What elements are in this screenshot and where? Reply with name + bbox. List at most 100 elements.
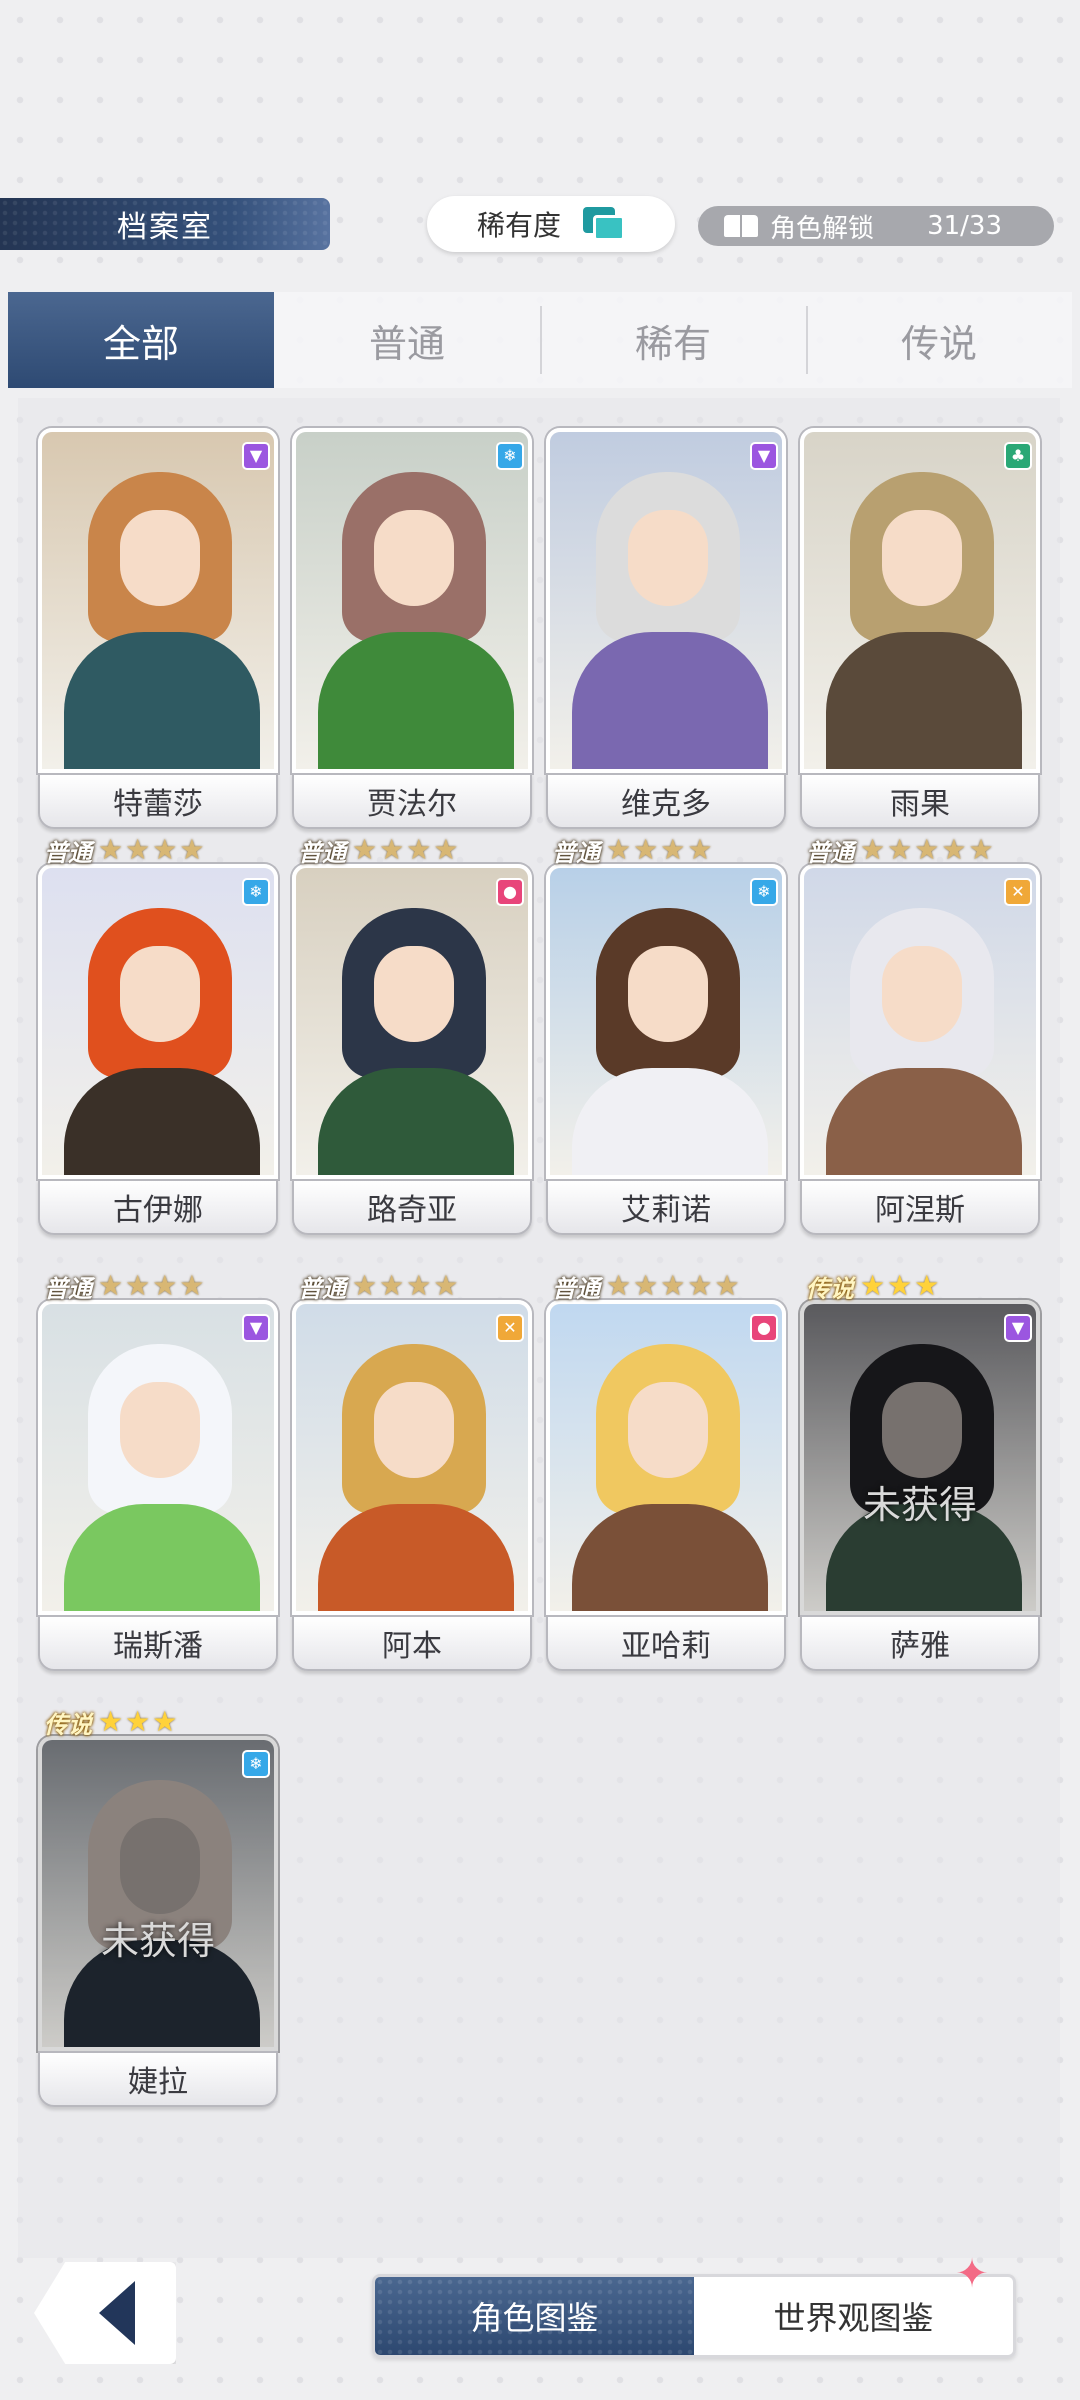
character-portrait	[546, 864, 786, 1179]
locked-label: 未获得	[100, 1919, 215, 1963]
character-name: 亚哈莉	[546, 1615, 786, 1671]
character-portrait	[800, 428, 1040, 773]
star-icon: ★	[152, 1269, 178, 1302]
character-portrait	[546, 1300, 786, 1615]
character-name: 瑞斯潘	[38, 1615, 278, 1671]
star-icon: ★	[968, 833, 994, 866]
element-green-icon: ♣	[1004, 442, 1032, 470]
character-codex-button[interactable]: 角色图鉴	[375, 2277, 694, 2355]
element-orange-icon: ✕	[496, 1314, 524, 1342]
star-icon: ★	[606, 1269, 632, 1302]
character-name: 维克多	[546, 773, 786, 829]
element-orange-icon: ✕	[1004, 878, 1032, 906]
star-icon: ★	[660, 833, 686, 866]
tab-rare[interactable]: 稀有	[540, 292, 806, 388]
unlock-count: 31/33	[927, 211, 1002, 241]
element-blue-icon: ❄	[242, 1750, 270, 1778]
star-icon: ★	[887, 1269, 913, 1302]
character-name: 艾莉诺	[546, 1179, 786, 1235]
star-icon: ★	[98, 833, 124, 866]
rarity-badge: 普通 ★ ★ ★ ★	[548, 833, 713, 867]
star-icon: ★	[406, 1269, 432, 1302]
rarity-badge: 普通 ★ ★ ★ ★ ★	[802, 833, 994, 867]
star-icon: ★	[914, 1269, 940, 1302]
back-button[interactable]	[34, 2262, 176, 2364]
character-name: 雨果	[800, 773, 1040, 829]
star-icon: ★	[887, 833, 913, 866]
character-card[interactable]: ● 普通 ★ ★ ★ ★ ★ 亚哈莉	[546, 1269, 786, 1671]
tab-all[interactable]: 全部	[8, 292, 274, 388]
character-name: 萨雅	[800, 1615, 1040, 1671]
element-blue-icon: ❄	[496, 442, 524, 470]
element-purple-icon: ▼	[242, 442, 270, 470]
character-portrait	[292, 428, 532, 773]
character-card[interactable]: ❄ 贾法尔	[292, 428, 532, 829]
tab-common[interactable]: 普通	[274, 292, 540, 388]
character-card[interactable]: ✕ 普通 ★ ★ ★ ★ 阿本	[292, 1269, 532, 1671]
star-icon: ★	[687, 1269, 713, 1302]
rarity-badge: 传说 ★ ★ ★	[40, 1705, 177, 1739]
star-icon: ★	[714, 1269, 740, 1302]
character-portrait	[38, 428, 278, 773]
rarity-filter-tabs: 全部 普通 稀有 传说	[8, 292, 1072, 388]
star-icon: ★	[687, 833, 713, 866]
rarity-label: 普通	[552, 838, 600, 867]
character-card[interactable]: ♣ 雨果	[800, 428, 1040, 829]
back-arrow-icon	[99, 2281, 135, 2345]
character-card[interactable]: 未获得 ▼ 传说 ★ ★ ★ 萨雅	[800, 1269, 1040, 1671]
character-portrait	[292, 864, 532, 1179]
rarity-badge: 传说 ★ ★ ★	[802, 1269, 940, 1303]
star-icon: ★	[125, 833, 151, 866]
unlock-label: 角色解锁	[770, 213, 875, 244]
element-blue-icon: ❄	[242, 878, 270, 906]
star-icon: ★	[941, 833, 967, 866]
star-icon: ★	[98, 1705, 124, 1738]
character-portrait	[292, 1300, 532, 1615]
character-portrait	[38, 1300, 278, 1615]
rarity-badge: 普通 ★ ★ ★ ★	[40, 833, 204, 867]
star-icon: ★	[406, 833, 432, 866]
character-portrait	[38, 864, 278, 1179]
page-title: 档案室	[0, 198, 330, 250]
star-icon: ★	[98, 1269, 124, 1302]
character-card[interactable]: ❄ 普通 ★ ★ ★ ★ 古伊娜	[38, 833, 278, 1235]
locked-label: 未获得	[862, 1483, 977, 1527]
character-card[interactable]: ▼ 普通 ★ ★ ★ ★ 瑞斯潘	[38, 1269, 278, 1671]
character-name: 古伊娜	[38, 1179, 278, 1235]
character-portrait: 未获得	[38, 1736, 278, 2051]
star-icon: ★	[860, 1269, 886, 1302]
character-card[interactable]: ✕ 普通 ★ ★ ★ ★ ★ 阿涅斯	[800, 833, 1040, 1235]
star-icon: ★	[352, 1269, 378, 1302]
star-icon: ★	[152, 833, 178, 866]
character-card[interactable]: ❄ 普通 ★ ★ ★ ★ 艾莉诺	[546, 833, 786, 1235]
rarity-badge: 普通 ★ ★ ★ ★	[40, 1269, 204, 1303]
character-card[interactable]: ● 普通 ★ ★ ★ ★ 路奇亚	[292, 833, 532, 1235]
codex-switch: 角色图鉴 世界观图鉴	[372, 2274, 1016, 2358]
star-icon: ★	[433, 833, 459, 866]
star-icon: ★	[606, 833, 632, 866]
character-portrait	[800, 864, 1040, 1179]
element-purple-icon: ▼	[1004, 1314, 1032, 1342]
rarity-label: 普通	[806, 838, 854, 867]
tab-legend[interactable]: 传说	[806, 292, 1072, 388]
rarity-label: 普通	[298, 838, 346, 867]
rarity-sort-button[interactable]: 稀有度	[427, 196, 675, 252]
rarity-sort-label: 稀有度	[476, 209, 561, 242]
star-icon: ★	[433, 1269, 459, 1302]
star-icon: ★	[633, 833, 659, 866]
element-purple-icon: ▼	[242, 1314, 270, 1342]
character-card[interactable]: ▼ 特蕾莎	[38, 428, 278, 829]
sparkle-icon: ✦	[955, 2251, 989, 2297]
character-grid: ▼ 特蕾莎 ❄ 贾法尔 ▼ 维克多 ♣ 雨果 ❄ 普通 ★ ★ ★ ★ 古伊娜 ● 普通 ★ ★ ★ ★ 路奇亚 ❄ 普通 ★ ★…	[18, 398, 1060, 2258]
character-portrait: 未获得	[800, 1300, 1040, 1615]
character-name: 贾法尔	[292, 773, 532, 829]
star-icon: ★	[125, 1269, 151, 1302]
element-pink-icon: ●	[496, 878, 524, 906]
star-icon: ★	[125, 1705, 151, 1738]
star-icon: ★	[914, 833, 940, 866]
character-card[interactable]: ▼ 维克多	[546, 428, 786, 829]
rarity-label: 普通	[44, 1274, 92, 1303]
character-card[interactable]: 未获得 ❄ 传说 ★ ★ ★ 婕拉	[38, 1705, 278, 2107]
character-name: 路奇亚	[292, 1179, 532, 1235]
element-pink-icon: ●	[750, 1314, 778, 1342]
